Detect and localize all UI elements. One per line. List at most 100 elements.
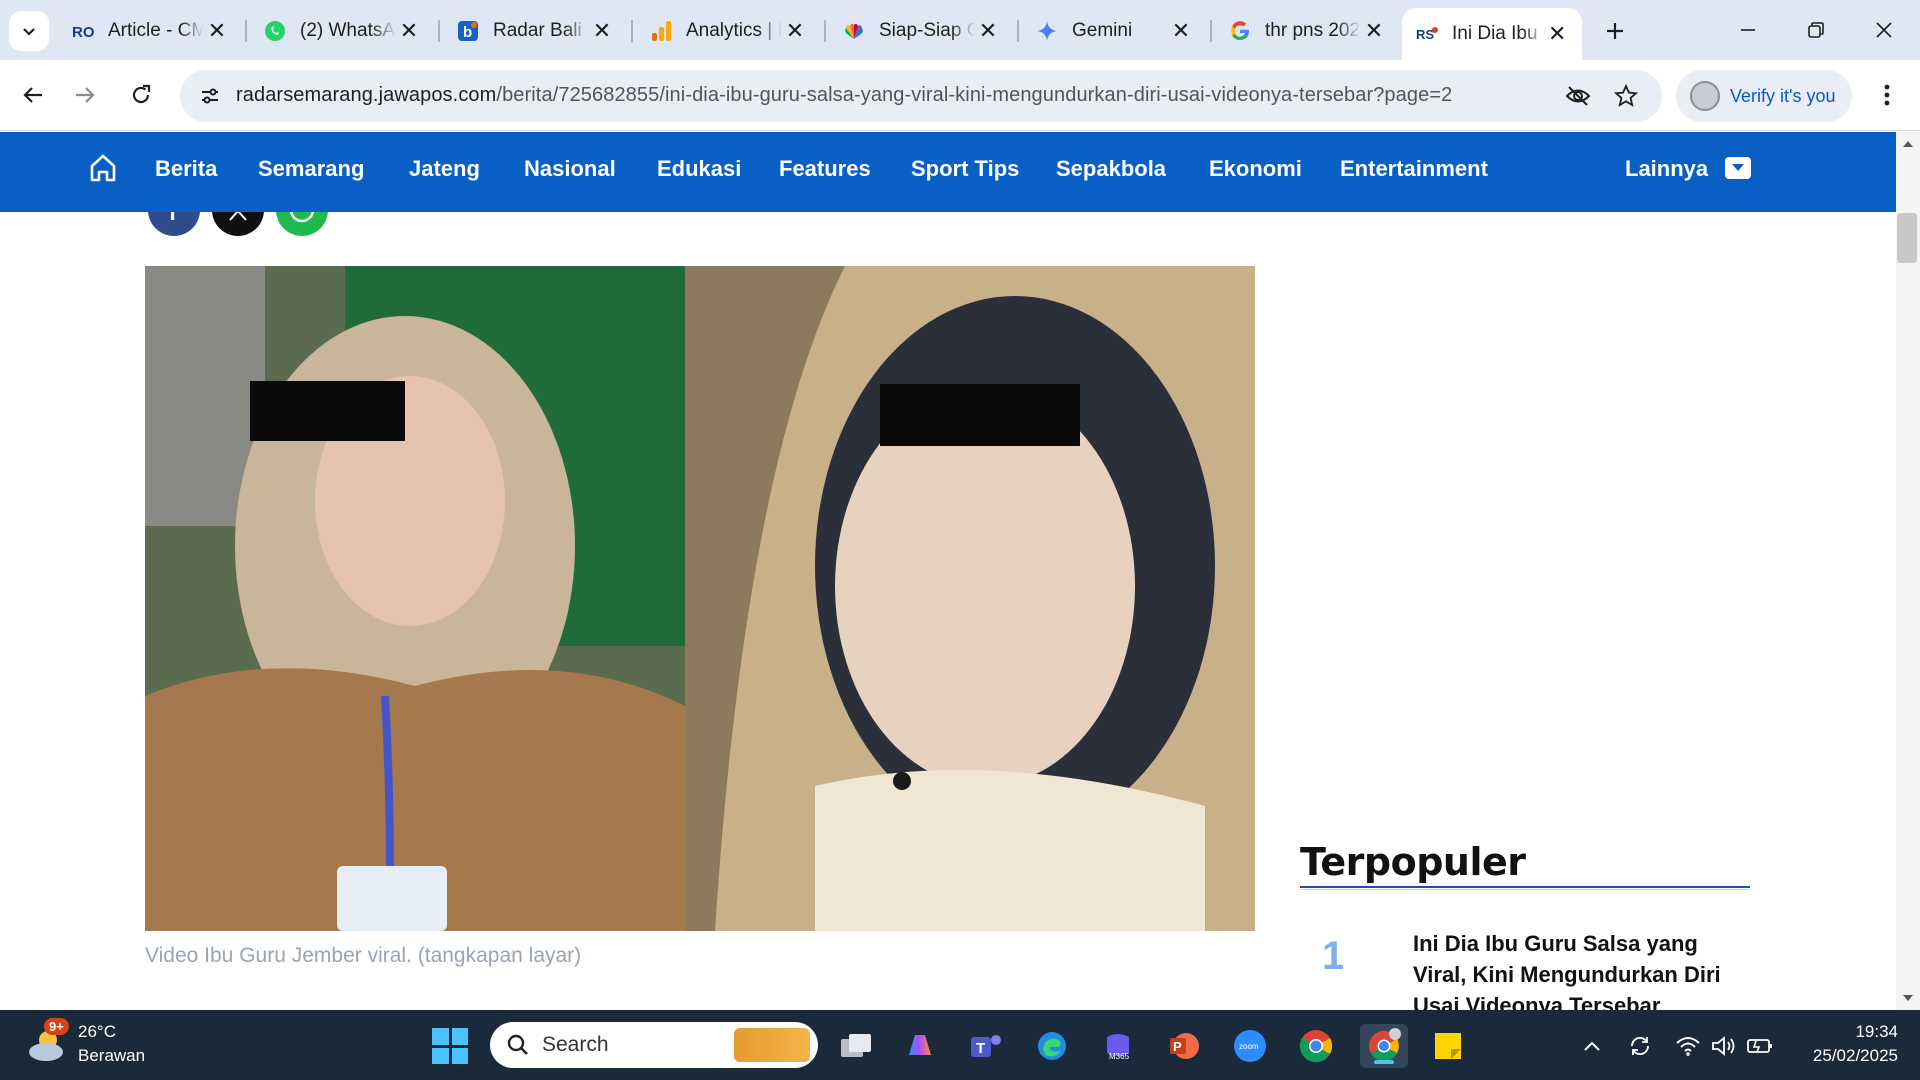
article-hero-image xyxy=(145,266,1255,931)
plus-icon xyxy=(1607,23,1623,39)
tab-title: Analytics | Home xyxy=(686,20,782,41)
tab-title: thr pns 2025 xyxy=(1265,20,1361,41)
chrome-icon[interactable] xyxy=(1294,1024,1338,1068)
browser-tab[interactable]: thr pns 2025 ✕ xyxy=(1215,8,1399,54)
search-icon xyxy=(507,1034,528,1055)
verify-label: Verify it's you xyxy=(1730,85,1836,106)
tab-search-button[interactable] xyxy=(9,11,49,51)
system-clock[interactable]: 19:34 25/02/2025 xyxy=(1798,1020,1898,1068)
close-icon[interactable]: ✕ xyxy=(1546,21,1568,46)
chevron-down-icon xyxy=(23,28,35,36)
caret-down-icon[interactable] xyxy=(1725,157,1751,179)
browser-tab-active[interactable]: RS Ini Dia Ibu Guru ✕ xyxy=(1402,8,1582,60)
verify-profile-button[interactable]: Verify it's you xyxy=(1676,70,1852,122)
nav-item-entertainment[interactable]: Entertainment xyxy=(1340,156,1488,182)
tab-strip: RO Article - CMS ✕ (2) WhatsApp ✕ b Rada… xyxy=(0,0,1920,60)
nav-item-lainnya[interactable]: Lainnya xyxy=(1625,156,1708,182)
close-icon[interactable]: ✕ xyxy=(591,18,613,43)
windows-logo-icon xyxy=(432,1028,449,1045)
weather-widget[interactable]: 9+ 26°C Berawan xyxy=(26,1018,145,1068)
sync-icon[interactable] xyxy=(1626,1032,1654,1060)
close-window-button[interactable] xyxy=(1854,8,1914,52)
ro-logo-icon: RO xyxy=(72,20,94,42)
svg-text:RO: RO xyxy=(72,24,94,39)
address-bar[interactable]: radarsemarang.jawapos.com/berita/7256828… xyxy=(180,70,1662,122)
chrome-profile-icon[interactable] xyxy=(1360,1024,1408,1068)
start-button[interactable] xyxy=(432,1028,468,1064)
new-tab-button[interactable] xyxy=(1598,14,1632,48)
browser-tab[interactable]: Gemini ✕ xyxy=(1022,8,1206,54)
browser-menu-button[interactable] xyxy=(1872,74,1902,116)
restore-button[interactable] xyxy=(1786,8,1846,52)
nbc-peacock-icon xyxy=(843,20,865,42)
site-navbar: Berita Semarang Jateng Nasional Edukasi … xyxy=(0,132,1896,212)
back-button[interactable] xyxy=(12,74,54,116)
chevron-up-icon[interactable] xyxy=(1578,1032,1606,1060)
tab-title: Ini Dia Ibu Guru xyxy=(1452,23,1546,44)
close-icon[interactable]: ✕ xyxy=(1363,18,1385,43)
tab-separator xyxy=(245,20,247,42)
zoom-icon[interactable]: zoom xyxy=(1228,1024,1272,1068)
powerpoint-icon[interactable]: P xyxy=(1162,1024,1206,1068)
url-text[interactable]: radarsemarang.jawapos.com/berita/7256828… xyxy=(236,84,1452,107)
nav-item-sepakbola[interactable]: Sepakbola xyxy=(1056,156,1166,182)
windows-taskbar: 9+ 26°C Berawan Search T M365 P zoom 19:… xyxy=(0,1010,1920,1080)
analytics-icon xyxy=(650,20,672,42)
reload-icon xyxy=(132,84,151,104)
tab-separator xyxy=(824,20,826,42)
forward-button[interactable] xyxy=(64,74,106,116)
close-icon[interactable]: ✕ xyxy=(784,18,806,43)
nav-item-sport-tips[interactable]: Sport Tips xyxy=(911,156,1019,182)
tab-title: Siap-Siap CNBC xyxy=(879,20,975,41)
eye-slash-icon[interactable] xyxy=(1562,80,1594,112)
url-domain: radarsemarang.jawapos.com xyxy=(236,84,497,106)
nav-item-nasional[interactable]: Nasional xyxy=(524,156,616,182)
minimize-icon xyxy=(1741,29,1755,31)
task-view-icon[interactable] xyxy=(834,1024,878,1068)
nav-item-features[interactable]: Features xyxy=(779,156,871,182)
whatsapp-icon xyxy=(264,20,286,42)
more-vertical-icon xyxy=(1884,84,1890,106)
browser-tab[interactable]: (2) WhatsApp ✕ xyxy=(250,8,434,54)
battery-icon[interactable] xyxy=(1746,1032,1774,1060)
browser-tab[interactable]: b Radar Bali ✕ xyxy=(443,8,627,54)
browser-tab[interactable]: RO Article - CMS ✕ xyxy=(58,8,242,54)
close-icon[interactable]: ✕ xyxy=(1170,18,1192,43)
close-icon[interactable]: ✕ xyxy=(206,18,228,43)
nav-item-jateng[interactable]: Jateng xyxy=(409,156,480,182)
teams-icon[interactable]: T xyxy=(964,1024,1008,1068)
nav-item-edukasi[interactable]: Edukasi xyxy=(657,156,741,182)
popular-item-link[interactable]: Ini Dia Ibu Guru Salsa yang Viral, Kini … xyxy=(1413,928,1743,1010)
home-icon[interactable] xyxy=(88,152,118,184)
tab-title: Radar Bali xyxy=(493,20,582,41)
edge-icon[interactable] xyxy=(1030,1024,1074,1068)
popular-divider xyxy=(1300,886,1750,890)
browser-tab[interactable]: Analytics | Home ✕ xyxy=(636,8,820,54)
scroll-down-icon[interactable] xyxy=(1900,990,1916,1006)
nav-item-berita[interactable]: Berita xyxy=(155,156,217,182)
tab-title: Gemini xyxy=(1072,20,1133,41)
copilot-icon[interactable] xyxy=(898,1024,942,1068)
close-icon[interactable]: ✕ xyxy=(977,18,999,43)
search-highlight-art xyxy=(734,1028,810,1062)
nav-item-ekonomi[interactable]: Ekonomi xyxy=(1209,156,1302,182)
page-scrollbar[interactable] xyxy=(1896,132,1920,1010)
nav-item-semarang[interactable]: Semarang xyxy=(258,156,364,182)
reload-button[interactable] xyxy=(120,74,162,116)
minimize-button[interactable] xyxy=(1718,8,1778,52)
taskbar-search[interactable]: Search xyxy=(490,1022,818,1068)
wifi-icon[interactable] xyxy=(1674,1032,1702,1060)
weather-badge: 9+ xyxy=(44,1018,69,1035)
microsoft-365-icon[interactable]: M365 xyxy=(1096,1024,1140,1068)
svg-text:P: P xyxy=(1173,1039,1182,1054)
sticky-notes-icon[interactable] xyxy=(1426,1024,1470,1068)
tab-separator xyxy=(438,20,440,42)
browser-tab[interactable]: Siap-Siap CNBC ✕ xyxy=(829,8,1013,54)
site-info-icon[interactable] xyxy=(194,80,226,112)
volume-icon[interactable] xyxy=(1710,1032,1738,1060)
bookmark-star-icon[interactable] xyxy=(1610,80,1642,112)
scrollbar-thumb[interactable] xyxy=(1897,213,1917,263)
svg-text:M365: M365 xyxy=(1109,1052,1130,1061)
close-icon[interactable]: ✕ xyxy=(398,18,420,43)
scroll-up-icon[interactable] xyxy=(1900,136,1916,152)
